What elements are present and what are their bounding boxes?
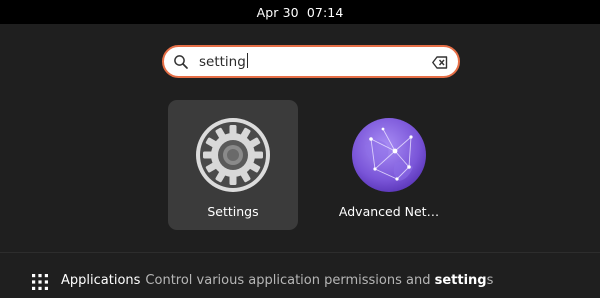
clock-button[interactable]: Apr 30 07:14: [257, 5, 344, 20]
provider-description-text: Control various application permissions …: [145, 273, 435, 288]
provider-text: Applications Control various application …: [61, 273, 493, 288]
text-caret: [246, 53, 248, 68]
provider-name: Applications: [61, 273, 141, 288]
network-globe-icon: [352, 118, 426, 192]
app-result-settings[interactable]: Settings: [168, 100, 298, 230]
app-result-label: Advanced Net…: [338, 204, 440, 219]
gear-icon: [196, 118, 270, 192]
search-icon: [174, 55, 188, 69]
activities-overview: setting Settings Advanced Net… Applicati…: [0, 24, 600, 298]
top-bar: Apr 30 07:14: [0, 0, 600, 24]
search-input[interactable]: setting: [199, 53, 419, 71]
provider-description-match: setting: [434, 273, 487, 288]
app-result-label: Settings: [207, 204, 259, 219]
provider-description-suffix: s: [486, 273, 494, 288]
search-entry[interactable]: setting: [162, 45, 460, 78]
search-query-text: setting: [199, 54, 246, 70]
provider-description: Control various application permissions …: [145, 273, 493, 288]
search-provider-applications[interactable]: Applications Control various application …: [0, 253, 600, 298]
edit-clear-icon[interactable]: [432, 56, 448, 69]
app-result-advanced-network[interactable]: Advanced Net…: [324, 100, 454, 230]
app-grid-icon: [32, 274, 48, 290]
